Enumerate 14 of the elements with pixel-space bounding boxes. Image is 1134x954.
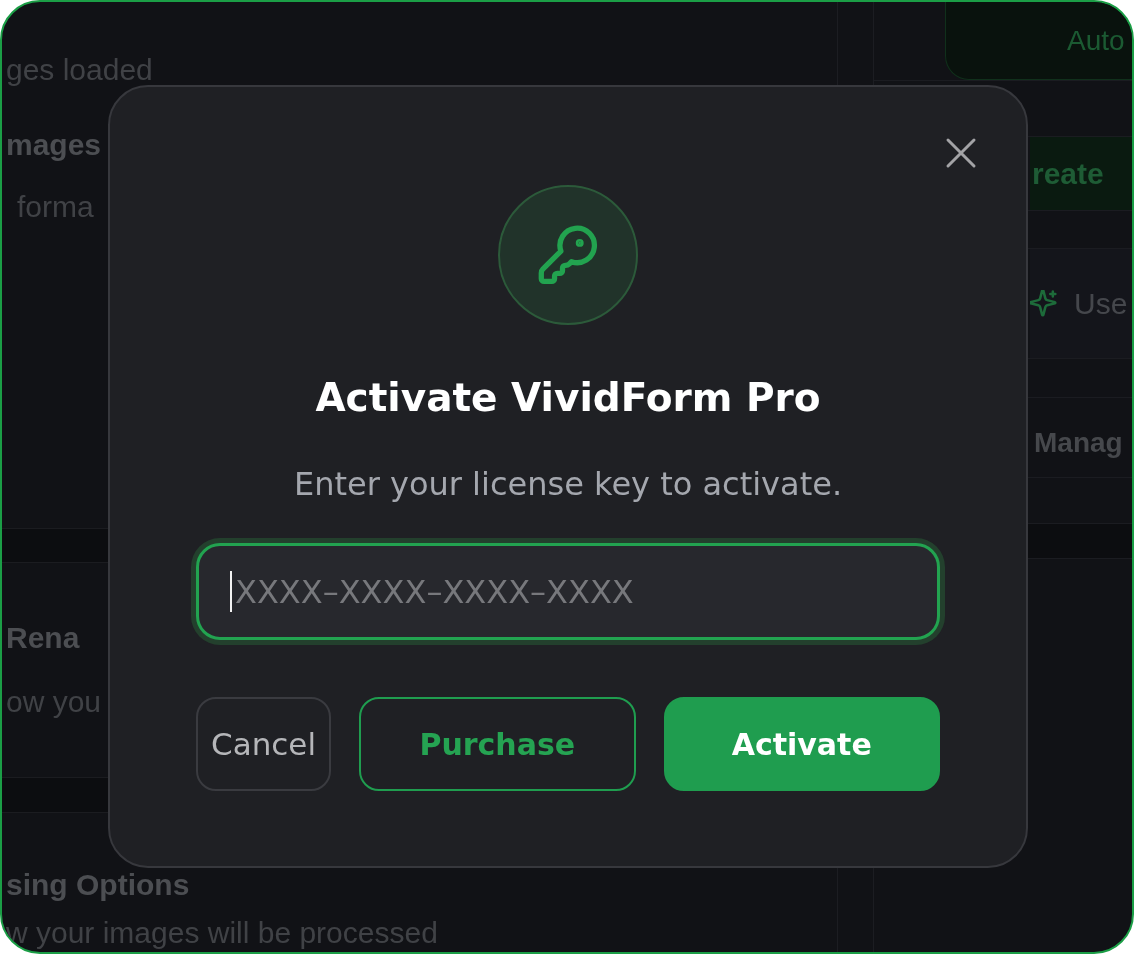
cancel-button[interactable]: Cancel	[196, 697, 332, 791]
section-title: sing Options	[6, 867, 190, 903]
dialog-subtitle: Enter your license key to activate.	[293, 465, 843, 503]
license-key-field[interactable]: XXXX–XXXX–XXXX–XXXX	[196, 543, 940, 640]
text-cursor	[230, 571, 232, 612]
sparkle-icon	[1030, 289, 1058, 318]
purchase-button[interactable]: Purchase	[359, 697, 636, 791]
dialog-title: Activate VividForm Pro	[315, 374, 821, 422]
activate-button[interactable]: Activate	[663, 697, 940, 791]
key-icon	[498, 185, 638, 325]
section-title: mages	[6, 127, 102, 163]
create-button[interactable]: reate	[1030, 137, 1132, 210]
section-title: Rena	[6, 620, 80, 656]
auto-card[interactable]: Auto	[945, 2, 1132, 80]
